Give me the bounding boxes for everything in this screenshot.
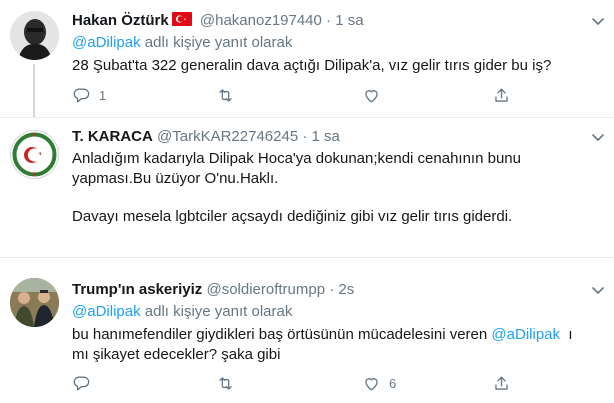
tweet[interactable]: Trump'ın askeriyiz @soldieroftrumpp · 2s… (0, 257, 614, 403)
avatar[interactable] (10, 278, 59, 327)
mention-link[interactable]: @aDilipak (491, 326, 560, 343)
reply-mention-link[interactable]: @aDilipak (72, 303, 141, 320)
like-button[interactable]: 6 (362, 372, 396, 394)
display-name[interactable]: Hakan Öztürk (72, 12, 169, 29)
tweet-text-line: Anladığım kadarıyla Dilipak Hoca'ya doku… (72, 150, 521, 167)
timestamp[interactable]: 2s (338, 281, 354, 298)
like-count: 6 (389, 375, 397, 391)
tweet-text: 28 Şubat'ta 322 generalin dava açtığı Di… (72, 57, 552, 74)
reply-context: @aDilipak adlı kişiye yanıt olarak (72, 33, 292, 53)
reply-button[interactable] (72, 372, 99, 394)
separator-dot: · (302, 128, 308, 145)
like-icon (365, 89, 378, 103)
tweet-header: Trump'ın askeriyiz @soldieroftrumpp · 2s (72, 280, 354, 300)
tweet-text: ı (560, 326, 573, 343)
separator-dot: · (329, 281, 335, 298)
tweet-header: Hakan Öztürk @hakanoz197440 · 1 sa (72, 11, 364, 31)
tweet-header: T. KARACA @TarkKAR22746245 · 1 sa (72, 127, 340, 147)
user-handle[interactable]: @TarkKAR22746245 (157, 128, 298, 145)
display-name[interactable]: T. KARACA (72, 128, 153, 145)
user-handle[interactable]: @hakanoz197440 (200, 12, 322, 29)
chevron-down-icon[interactable] (590, 13, 606, 29)
chevron-down-icon[interactable] (590, 129, 606, 145)
reply-icon (73, 375, 90, 391)
tweet-actions: 1 (62, 84, 512, 106)
turkey-flag-icon (171, 12, 192, 26)
share-icon (495, 375, 508, 390)
tweet[interactable]: T. KARACA @TarkKAR22746245 · 1 sa Anladı… (0, 117, 614, 257)
retweet-icon (219, 376, 232, 390)
chevron-down-icon[interactable] (590, 282, 606, 298)
like-button[interactable] (362, 84, 389, 106)
thread-line (33, 64, 35, 117)
avatar[interactable] (10, 130, 59, 179)
reply-context-label: adlı kişiye yanıt olarak (140, 303, 293, 320)
reply-mention-link[interactable]: @aDilipak (72, 34, 141, 51)
user-handle[interactable]: @soldieroftrumpp (206, 281, 325, 298)
retweet-icon (219, 88, 232, 102)
reply-icon (73, 87, 90, 103)
tweet-text-line: Davayı mesela lgbtciler açsaydı dediğini… (72, 208, 513, 225)
share-button[interactable] (492, 84, 511, 106)
timestamp[interactable]: 1 sa (312, 128, 340, 145)
avatar[interactable] (10, 11, 59, 60)
retweet-button[interactable] (216, 372, 243, 394)
tweet-actions: 6 (62, 372, 512, 394)
timestamp[interactable]: 1 sa (335, 12, 363, 29)
reply-context-label: adlı kişiye yanıt olarak (140, 34, 293, 51)
share-icon (495, 87, 508, 102)
separator-dot: · (326, 12, 332, 29)
reply-count: 1 (99, 87, 107, 103)
retweet-button[interactable] (216, 84, 243, 106)
like-icon (365, 377, 378, 391)
tweet-text-line: mı şikayet edecekler? şaka gibi (72, 346, 281, 363)
tweet-text: bu hanımefendiler giydikleri baş örtüsün… (72, 326, 492, 343)
reply-context: @aDilipak adlı kişiye yanıt olarak (72, 302, 292, 322)
tweet-text-line: bu hanımefendiler giydikleri baş örtüsün… (72, 325, 602, 345)
reply-button[interactable]: 1 (72, 84, 106, 106)
tweet-text-line: yapması.Bu üzüyor O'nu.Haklı. (72, 170, 279, 187)
tweet[interactable]: Hakan Öztürk @hakanoz197440 · 1 sa @aDil… (0, 0, 614, 117)
share-button[interactable] (492, 372, 511, 394)
display-name[interactable]: Trump'ın askeriyiz (72, 281, 202, 298)
